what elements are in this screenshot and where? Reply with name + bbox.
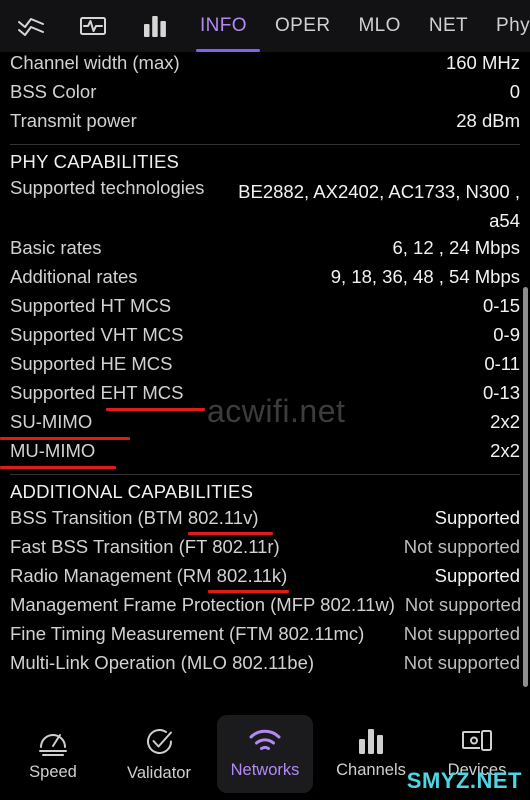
tab-mlo[interactable]: MLO [344, 0, 414, 52]
annotation-underline [0, 466, 116, 469]
row-value: 0-11 [484, 353, 520, 374]
tab-oper[interactable]: OPER [261, 0, 344, 52]
row-label: Supported VHT MCS [10, 324, 184, 345]
row-value: 160 MHz [445, 52, 520, 73]
app-root: INFO OPER MLO NET Phy Channel width (max… [0, 0, 530, 800]
nav-item-validator[interactable]: Validator [111, 715, 207, 793]
row-value: 0-9 [493, 324, 520, 345]
section-header-phy: PHY CAPABILITIES [10, 151, 180, 172]
top-tabs: INFO OPER MLO NET Phy [186, 0, 530, 52]
tab-net[interactable]: NET [415, 0, 482, 52]
row-label: Supported technologies [10, 177, 205, 198]
wave-chart-icon[interactable] [0, 0, 62, 52]
row-value: Supported [434, 507, 520, 528]
section-divider [10, 144, 520, 145]
top-icon-group [0, 0, 186, 52]
bar-chart-icon[interactable] [124, 0, 186, 52]
row-mlo: Multi-Link Operation (MLO 802.11be) Not … [10, 652, 520, 681]
row-value: Not supported [403, 536, 520, 557]
tab-phy[interactable]: Phy [482, 0, 530, 52]
devices-icon [460, 728, 494, 754]
row-value: 0-15 [482, 295, 520, 316]
row-label: BSS Transition (BTM 802.11v) [10, 507, 259, 528]
annotation-underline [188, 532, 273, 535]
speedometer-icon [37, 726, 69, 756]
row-label: Multi-Link Operation (MLO 802.11be) [10, 652, 315, 673]
signal-monitor-icon[interactable] [62, 0, 124, 52]
row-mfp: Management Frame Protection (MFP 802.11w… [10, 594, 522, 623]
row-label: Supported EHT MCS [10, 382, 184, 403]
check-circle-icon [144, 726, 175, 757]
row-label: SU-MIMO [10, 411, 93, 432]
row-radio-management: Radio Management (RM 802.11k) Supported [10, 565, 520, 594]
row-value: Supported [434, 565, 520, 586]
wifi-icon [248, 728, 282, 754]
nav-item-speed[interactable]: Speed [5, 715, 101, 793]
nav-item-channels[interactable]: Channels [323, 715, 419, 793]
section-header-additional: ADDITIONAL CAPABILITIES [10, 481, 254, 502]
row-label: Radio Management (RM 802.11k) [10, 565, 288, 586]
tab-oper-label: OPER [275, 15, 331, 36]
row-fast-bss-transition: Fast BSS Transition (FT 802.11r) Not sup… [10, 536, 520, 565]
nav-item-label: Channels [336, 761, 406, 779]
annotation-underline [208, 590, 289, 593]
row-channel-width: Channel width (max) 160 MHz [10, 52, 520, 81]
row-value: Not supported [404, 594, 522, 615]
bar-chart-icon [357, 728, 385, 754]
row-mu-mimo: MU-MIMO 2x2 [0, 440, 520, 469]
row-label: BSS Color [10, 81, 97, 102]
row-value: 2x2 [490, 440, 520, 461]
row-su-mimo: SU-MIMO 2x2 [0, 411, 520, 440]
row-label: Management Frame Protection (MFP 802.11w… [10, 594, 395, 615]
nav-item-networks[interactable]: Networks [217, 715, 313, 793]
row-value: Not supported [403, 623, 520, 644]
row-value: 9, 18, 36, 48 , 54 Mbps [330, 266, 520, 287]
row-additional-rates: Additional rates 9, 18, 36, 48 , 54 Mbps [10, 266, 520, 295]
row-ftm: Fine Timing Measurement (FTM 802.11mc) N… [10, 623, 520, 652]
row-value: 6, 12 , 24 Mbps [392, 237, 520, 258]
row-label: Supported HT MCS [10, 295, 172, 316]
row-value: 28 dBm [456, 110, 520, 131]
vertical-scrollbar[interactable] [523, 287, 528, 687]
section-divider [10, 474, 520, 475]
row-ht-mcs: Supported HT MCS 0-15 [10, 295, 520, 324]
row-label: Fine Timing Measurement (FTM 802.11mc) [10, 623, 365, 644]
row-supported-technologies: Supported technologies BE2882, AX2402, A… [10, 177, 520, 237]
nav-item-label: Devices [447, 761, 507, 779]
row-value: 0-13 [482, 382, 520, 403]
row-value: BE2882, AX2402, AC1733, N300 , a54 [238, 181, 520, 231]
tab-mlo-label: MLO [358, 15, 401, 36]
nav-item-label: Validator [127, 763, 191, 782]
row-label: Basic rates [10, 237, 102, 258]
row-he-mcs: Supported HE MCS 0-11 [10, 353, 520, 382]
tab-phy-label: Phy [496, 15, 530, 36]
row-label: Fast BSS Transition (FT 802.11r) [10, 536, 280, 557]
row-label: Transmit power [10, 110, 137, 131]
top-tab-bar: INFO OPER MLO NET Phy [0, 0, 530, 52]
bottom-navigation: Speed Validator Networks Channels Device… [0, 708, 530, 800]
tab-net-label: NET [428, 15, 469, 36]
row-value: Not supported [403, 652, 520, 673]
nav-item-label: Networks [230, 761, 300, 779]
row-bss-transition: BSS Transition (BTM 802.11v) Supported [10, 507, 520, 536]
row-value: 2x2 [490, 411, 520, 432]
row-label: Additional rates [10, 266, 138, 287]
info-list[interactable]: Channel width (max) 160 MHz BSS Color 0 … [0, 52, 530, 708]
row-label: Channel width (max) [10, 52, 180, 73]
nav-item-label: Speed [29, 763, 77, 781]
row-eht-mcs: Supported EHT MCS 0-13 [10, 382, 520, 411]
tab-info-label: INFO [200, 15, 247, 36]
row-vht-mcs: Supported VHT MCS 0-9 [10, 324, 520, 353]
row-value: 0 [509, 81, 520, 102]
row-basic-rates: Basic rates 6, 12 , 24 Mbps [10, 237, 520, 266]
row-transmit-power: Transmit power 28 dBm [10, 110, 520, 139]
row-label: MU-MIMO [10, 440, 96, 461]
row-bss-color: BSS Color 0 [10, 81, 520, 110]
row-label: Supported HE MCS [10, 353, 173, 374]
tab-info[interactable]: INFO [186, 0, 261, 52]
nav-item-devices[interactable]: Devices [429, 715, 525, 793]
